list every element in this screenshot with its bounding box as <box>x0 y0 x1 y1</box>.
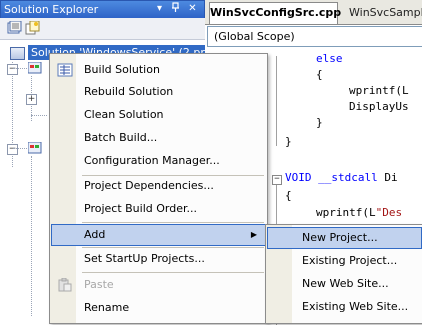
build-icon <box>57 63 73 77</box>
project-icon <box>27 141 42 154</box>
menu-item-configuration-manager[interactable]: Configuration Manager... <box>52 150 264 172</box>
scope-dropdown[interactable]: (Global Scope) <box>207 26 422 47</box>
solution-explorer-title: Solution Explorer <box>4 3 99 16</box>
code-keyword: VOID <box>285 171 312 184</box>
code-line: wprintf(L <box>349 84 409 97</box>
menu-item-new-web-site[interactable]: New Web Site... <box>268 273 420 295</box>
tab-winsvcsample[interactable]: WinSvcSample <box>341 4 422 23</box>
menu-item-label: Project Build Order... <box>84 202 197 215</box>
menu-item-existing-web-site[interactable]: Existing Web Site... <box>268 296 420 318</box>
paste-icon <box>57 277 73 292</box>
menu-item-add[interactable]: Add ▶ <box>51 224 266 246</box>
solution-explorer-toolbar <box>0 18 205 40</box>
menu-item-label: New Project... <box>302 231 378 244</box>
code-identifier: Di <box>377 171 398 184</box>
menu-item-rename[interactable]: Rename <box>52 297 264 319</box>
add-submenu: New Project... Existing Project... New W… <box>265 224 422 324</box>
menu-item-existing-project[interactable]: Existing Project... <box>268 250 420 272</box>
code-line: } <box>285 135 292 148</box>
menu-item-project-build-order[interactable]: Project Build Order... <box>52 198 264 220</box>
code-line: else <box>316 52 343 65</box>
editor-tab-strip: WinSvcConfigSrc.cpp WinSvcSample <box>205 0 422 25</box>
tree-line <box>13 68 27 69</box>
tree-line <box>31 115 47 116</box>
menu-item-rebuild-solution[interactable]: Rebuild Solution <box>52 81 264 103</box>
menu-item-label: Build Solution <box>84 63 160 76</box>
submenu-arrow-icon: ▶ <box>250 230 257 239</box>
menu-item-label: Batch Build... <box>84 131 158 144</box>
menu-item-label: Paste <box>84 278 114 291</box>
scope-value: (Global Scope) <box>214 30 295 43</box>
close-icon[interactable]: ✕ <box>186 2 199 15</box>
project-icon <box>27 61 42 74</box>
properties-icon[interactable] <box>7 20 22 35</box>
dropdown-arrow-icon[interactable]: ▾ <box>153 2 166 15</box>
menu-item-label: Add <box>84 228 106 241</box>
collapse-toggle[interactable]: − <box>7 64 18 75</box>
menu-item-label: Project Dependencies... <box>84 179 214 192</box>
menu-item-label: Rebuild Solution <box>84 85 174 98</box>
menu-item-batch-build[interactable]: Batch Build... <box>52 127 264 149</box>
tree-line <box>13 148 27 149</box>
menu-item-label: Clean Solution <box>84 108 164 121</box>
code-line-signature: VOID __stdcall Di <box>285 170 398 186</box>
code-line: } <box>316 116 323 129</box>
menu-item-project-dependencies[interactable]: Project Dependencies... <box>52 175 264 197</box>
code-keyword: __stdcall <box>311 171 378 184</box>
menu-item-label: Configuration Manager... <box>84 154 220 167</box>
solution-icon <box>10 47 25 60</box>
menu-item-set-startup-projects[interactable]: Set StartUp Projects... <box>52 248 264 270</box>
menu-item-label: Existing Project... <box>302 254 398 267</box>
code-line: { <box>285 189 292 202</box>
code-line: DisplayUs <box>349 100 409 113</box>
menu-item-paste: Paste <box>52 274 264 296</box>
menu-item-label: New Web Site... <box>302 277 389 290</box>
outline-line <box>276 56 277 146</box>
menu-item-new-project[interactable]: New Project... <box>267 227 422 249</box>
menu-item-label: Existing Web Site... <box>302 300 409 313</box>
menu-item-clean-solution[interactable]: Clean Solution <box>52 104 264 126</box>
tree-line <box>31 156 32 316</box>
menu-separator <box>82 272 264 273</box>
expand-toggle[interactable]: + <box>26 94 37 105</box>
menu-separator <box>82 222 264 223</box>
collapse-toggle[interactable]: − <box>7 144 18 155</box>
code-string: "Des <box>375 206 403 219</box>
code-call: wprintf(L <box>316 206 376 219</box>
show-all-files-icon[interactable] <box>25 20 40 35</box>
solution-context-menu: Build Solution Rebuild Solution Clean So… <box>49 53 268 324</box>
menu-item-label: Rename <box>84 301 130 314</box>
outline-collapse-toggle[interactable]: − <box>272 175 282 185</box>
menu-item-build-solution[interactable]: Build Solution <box>52 59 264 81</box>
pin-icon[interactable] <box>169 2 182 15</box>
tab-winsvcconfigsrc[interactable]: WinSvcConfigSrc.cpp <box>209 2 341 24</box>
code-line: { <box>316 68 323 81</box>
solution-explorer-titlebar: Solution Explorer ▾ ✕ <box>0 0 205 19</box>
code-line: wprintf(L"Des <box>316 205 402 221</box>
menu-item-label: Set StartUp Projects... <box>84 252 205 265</box>
